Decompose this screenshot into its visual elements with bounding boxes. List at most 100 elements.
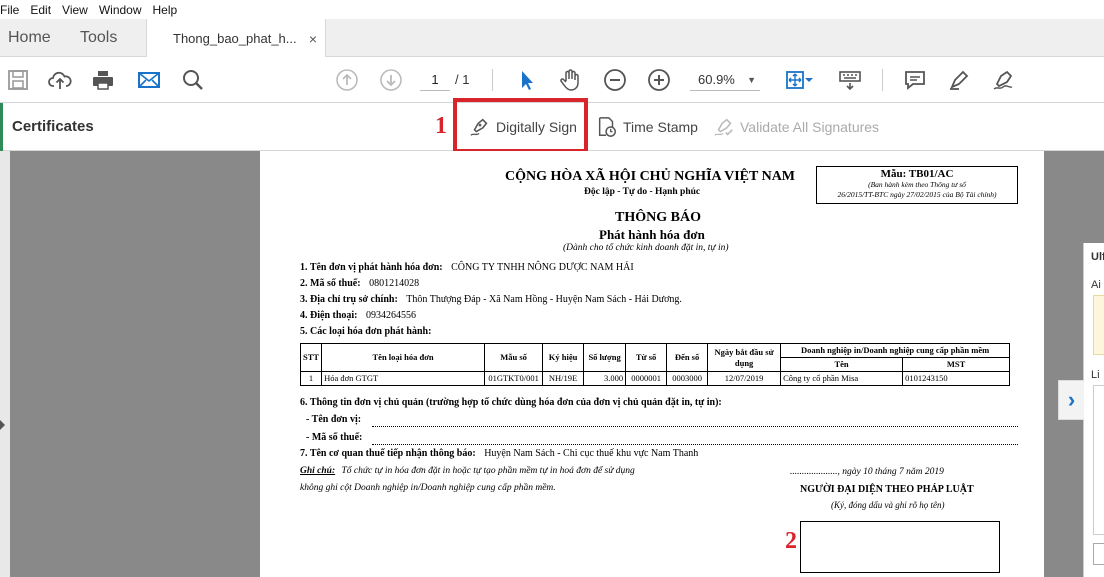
- tab-bar: Home Tools Thong_bao_phat_h... ×: [0, 19, 1104, 58]
- zoom-select[interactable]: 60.9% ▼: [690, 69, 760, 91]
- header-motto: Độc lập - Tự do - Hạnh phúc: [584, 187, 701, 197]
- line-3-label: 3. Địa chỉ trụ sở chính:: [300, 294, 398, 305]
- next-page-icon[interactable]: [377, 66, 405, 94]
- hand-tool-icon[interactable]: [556, 66, 584, 94]
- left-panel-strip[interactable]: [0, 151, 10, 577]
- line-5-label: 5. Các loại hóa đơn phát hành:: [300, 326, 432, 337]
- zoom-out-icon[interactable]: [601, 66, 629, 94]
- table-cell: 3.000: [583, 371, 627, 386]
- table-cell: 0101243150: [902, 371, 1011, 386]
- main-toolbar: 1 / 1 60.9% ▼: [0, 57, 1104, 103]
- chevron-right-icon[interactable]: ›: [1058, 380, 1084, 420]
- table-header-cell: Mẫu số: [484, 343, 544, 372]
- header-nation: CỘNG HÒA XÃ HỘI CHỦ NGHĨA VIỆT NAM: [505, 169, 796, 184]
- line-2-label: 2. Mã số thuế:: [300, 278, 361, 289]
- note-line-1: Ghi chú: Tổ chức tự in hóa đơn đặt in ho…: [300, 466, 635, 476]
- table-cell: 12/07/2019: [707, 371, 782, 386]
- table-cell: 01GTKT0/001: [484, 371, 544, 386]
- dotted-line: [372, 426, 1018, 427]
- table-header-cell: STT: [299, 343, 323, 372]
- save-icon[interactable]: [4, 66, 32, 94]
- line-1: 1. Tên đơn vị phát hành hóa đơn: CÔNG TY…: [300, 262, 634, 273]
- table-cell: NH/19E: [542, 371, 585, 386]
- table-cell: 1: [299, 371, 323, 386]
- table-cell: 0000001: [625, 371, 668, 386]
- time-stamp-label: Time Stamp: [623, 119, 698, 135]
- select-cursor-icon[interactable]: [513, 66, 541, 94]
- table-row: 1 Hóa đơn GTGT 01GTKT0/001 NH/19E 3.000 …: [299, 371, 1011, 386]
- table-header-row: STT Tên loại hóa đơn Mẫu số Ký hiệu Số l…: [299, 343, 1011, 372]
- line-6-label: 6. Thông tin đơn vị chủ quản (trường hợp…: [300, 397, 722, 408]
- menu-view[interactable]: View: [60, 3, 97, 17]
- page-total: / 1: [455, 72, 470, 87]
- form-note-2: 26/2015/TT-BTC ngày 27/02/2015 của Bộ Tà…: [837, 190, 997, 199]
- close-icon[interactable]: ×: [309, 31, 317, 47]
- toolbar-divider: [492, 69, 493, 91]
- sign-pen-icon[interactable]: [989, 66, 1017, 94]
- line-6a-label: - Tên đơn vị:: [306, 414, 362, 425]
- line-3-value: Thôn Thượng Đáp - Xã Nam Hồng - Huyện Na…: [406, 294, 682, 305]
- line-7: 7. Tên cơ quan thuế tiếp nhận thông báo:…: [300, 448, 698, 459]
- table-cell: Hóa đơn GTGT: [321, 371, 486, 386]
- cloud-upload-icon[interactable]: [46, 66, 74, 94]
- toolbar-divider: [882, 69, 883, 91]
- menu-window[interactable]: Window: [97, 3, 151, 17]
- line-1-label: 1. Tên đơn vị phát hành hóa đơn:: [300, 262, 443, 273]
- validate-all-signatures-button[interactable]: Validate All Signatures: [713, 103, 879, 151]
- panel-label: Li: [1091, 369, 1100, 381]
- table-header-cell: MST: [902, 357, 1011, 372]
- time-stamp-icon: [598, 117, 616, 137]
- print-icon[interactable]: [89, 66, 117, 94]
- annotation-number-1: 1: [435, 113, 447, 139]
- line-4: 4. Điện thoại: 0934264556: [300, 310, 416, 321]
- line-3: 3. Địa chỉ trụ sở chính: Thôn Thượng Đáp…: [300, 294, 682, 305]
- fit-dropdown-icon[interactable]: [803, 66, 815, 94]
- doc-subtitle: Phát hành hóa đơn: [599, 227, 705, 242]
- panel-input[interactable]: [1093, 543, 1104, 565]
- line-2: 2. Mã số thuế: 0801214028: [300, 278, 419, 289]
- line-7-value: Huyện Nam Sách - Chi cục thuế khu vực Na…: [484, 448, 699, 459]
- active-indicator: [0, 103, 3, 151]
- certificates-title: Certificates: [12, 118, 94, 135]
- note-text-2: không ghi cột Doanh nghiệp in/Doanh nghi…: [300, 483, 556, 493]
- menu-file[interactable]: File: [0, 3, 28, 17]
- table-header-cell: Ngày bắt đầu sử dụng: [707, 343, 782, 372]
- annotation-number-2: 2: [785, 528, 797, 554]
- comment-icon[interactable]: [901, 66, 929, 94]
- tab-document[interactable]: Thong_bao_phat_h... ×: [146, 19, 326, 58]
- validate-all-label: Validate All Signatures: [740, 119, 880, 135]
- highlight-box: [453, 98, 588, 153]
- form-code: Mẫu: TB01/AC: [880, 168, 954, 180]
- table-header-cell: Tên: [780, 357, 904, 372]
- menu-help[interactable]: Help: [151, 3, 187, 17]
- tab-home[interactable]: Home: [8, 19, 51, 57]
- time-stamp-button[interactable]: Time Stamp: [596, 103, 698, 151]
- page-number-input[interactable]: 1: [420, 69, 450, 91]
- panel-label: Ai: [1091, 279, 1101, 291]
- menu-edit[interactable]: Edit: [28, 3, 60, 17]
- keyboard-scroll-icon[interactable]: [836, 66, 864, 94]
- search-icon[interactable]: [179, 66, 207, 94]
- table-header-cell: Tên loại hóa đơn: [321, 343, 486, 372]
- line-4-value: 0934264556: [366, 310, 416, 321]
- invoice-table: STT Tên loại hóa đơn Mẫu số Ký hiệu Số l…: [299, 343, 1011, 386]
- previous-page-icon[interactable]: [333, 66, 361, 94]
- tab-tools[interactable]: Tools: [80, 19, 117, 57]
- zoom-value: 60.9%: [698, 72, 735, 87]
- table-header-cell: Số lượng: [583, 343, 627, 372]
- line-6b-label: - Mã số thuế:: [306, 432, 363, 443]
- panel-heading: Ulf: [1091, 251, 1104, 263]
- validate-signature-icon: [714, 118, 733, 136]
- panel-list: [1093, 385, 1104, 535]
- highlight-pen-icon[interactable]: [945, 66, 973, 94]
- note-label: Ghi chú:: [300, 466, 336, 476]
- zoom-in-icon[interactable]: [645, 66, 673, 94]
- email-icon[interactable]: [135, 66, 163, 94]
- panel-list: [1093, 295, 1104, 355]
- right-side-panel[interactable]: Ulf Ai Li: [1083, 243, 1104, 577]
- expand-left-panel-icon[interactable]: [0, 420, 5, 430]
- note-text-1: Tổ chức tự in hóa đơn đặt in hoặc tự tạo…: [341, 466, 635, 476]
- table-cell: 0003000: [666, 371, 709, 386]
- representative-note: (Ký, đóng dấu và ghi rõ họ tên): [831, 500, 945, 510]
- signature-box[interactable]: [800, 521, 1000, 573]
